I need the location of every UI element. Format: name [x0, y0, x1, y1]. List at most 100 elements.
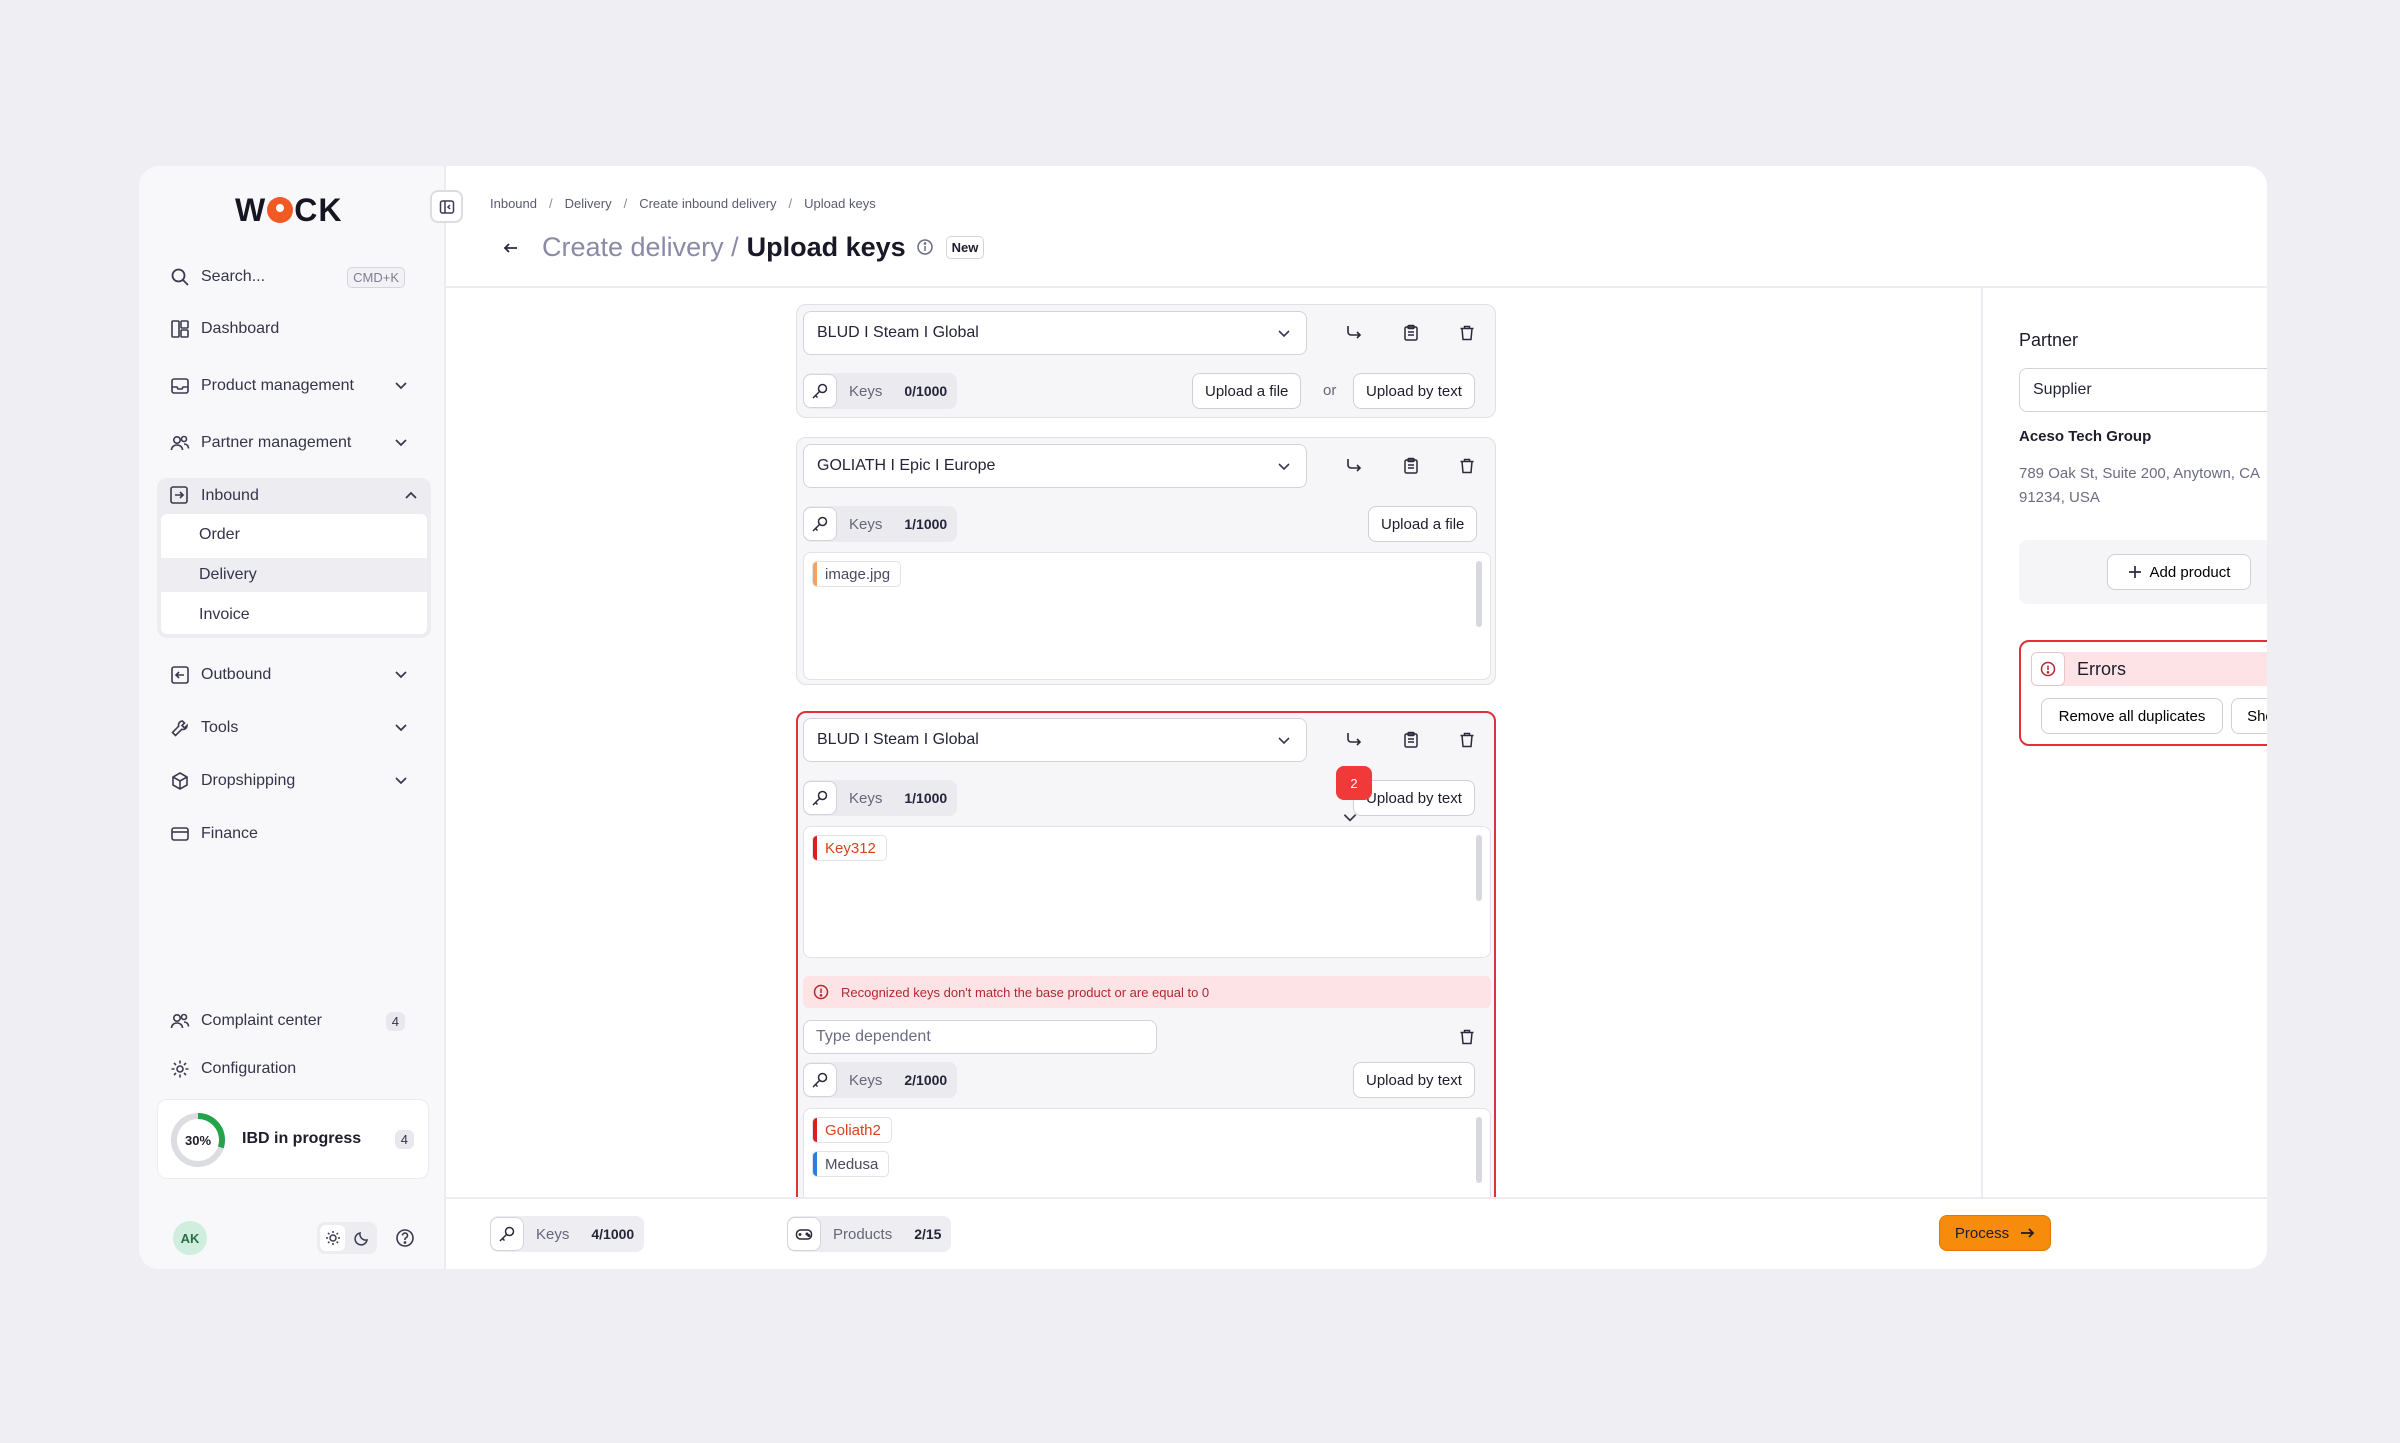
sidebar-subitem-label: Order [199, 526, 240, 543]
errors-header: Errors [2031, 652, 2267, 686]
trash-icon[interactable] [1450, 723, 1484, 757]
keys-row: Keys 1/1000 [803, 504, 958, 544]
alert-circle-icon [813, 984, 829, 1000]
sidebar-item-partner-management[interactable]: Partner management [169, 426, 419, 460]
chevron-down-icon[interactable] [1341, 808, 1359, 831]
breadcrumb-item[interactable]: Inbound [490, 196, 537, 211]
ibd-progress-card[interactable]: 30% IBD in progress 4 [157, 1099, 429, 1179]
keys-input-area[interactable]: image.jpg [803, 552, 1491, 680]
link-arrow-icon[interactable] [1337, 316, 1371, 350]
link-arrow-icon[interactable] [1337, 449, 1371, 483]
upload-file-button[interactable]: Upload a file [1368, 506, 1478, 542]
ibd-count-badge: 4 [394, 1130, 414, 1149]
process-button[interactable]: Process [1939, 1215, 2051, 1251]
chevron-down-icon [393, 772, 409, 793]
sidebar-item-label: Configuration [201, 1060, 297, 1077]
search-label: Search... [201, 268, 266, 285]
chevron-down-icon [393, 719, 409, 740]
key-tag-error[interactable]: Goliath2 [812, 1117, 892, 1143]
trash-icon[interactable] [1450, 1020, 1484, 1054]
sidebar: W CK Search... CMD+K Dashboard Product ma… [139, 166, 446, 1269]
product-select-value: BLUD I Steam I Global [817, 324, 979, 341]
breadcrumb-item[interactable]: Create inbound delivery [639, 196, 776, 211]
sidebar-item-label: Tools [201, 719, 239, 736]
upload-file-button[interactable]: Upload a file [1192, 373, 1302, 409]
partner-company[interactable]: Aceso Tech Group [2019, 428, 2151, 445]
link-arrow-icon[interactable] [1337, 723, 1371, 757]
search-icon [169, 266, 191, 288]
trash-icon[interactable] [1450, 316, 1484, 350]
chevron-down-icon [393, 434, 409, 455]
back-arrow-icon[interactable] [498, 235, 524, 261]
breadcrumb: Inbound / Delivery / Create inbound delive… [490, 196, 876, 211]
keys-label: Keys [849, 382, 883, 400]
sidebar-item-tools[interactable]: Tools [169, 711, 419, 745]
key-icon [803, 507, 837, 541]
clipboard-icon[interactable] [1394, 316, 1428, 350]
theme-toggle[interactable] [317, 1222, 377, 1254]
sidebar-item-dropshipping[interactable]: Dropshipping [169, 764, 419, 798]
sun-icon[interactable] [320, 1225, 345, 1251]
product-select[interactable]: BLUD I Steam I Global [803, 718, 1307, 762]
key-icon [490, 1217, 524, 1251]
file-tag[interactable]: image.jpg [812, 561, 902, 587]
product-select[interactable]: BLUD I Steam I Global [803, 311, 1307, 355]
trash-icon[interactable] [1450, 449, 1484, 483]
add-product-button[interactable]: Add product [2107, 554, 2251, 590]
page-title-muted: Create delivery / [542, 232, 739, 262]
search-button[interactable]: Search... CMD+K [169, 260, 419, 294]
errors-title: Errors [2077, 658, 2126, 679]
logo-o-icon [267, 197, 294, 223]
title-row: Create delivery / Upload keys New [498, 232, 985, 263]
show-more-button[interactable]: Show more [2231, 698, 2267, 734]
product-select[interactable]: GOLIATH I Epic I Europe [803, 444, 1307, 488]
upload-text-button[interactable]: Upload by text [1353, 373, 1475, 409]
product-select-value: BLUD I Steam I Global [817, 731, 979, 748]
partner-type-select[interactable]: Supplier [2019, 368, 2267, 412]
chevron-up-icon [403, 488, 419, 509]
sidebar-item-dashboard[interactable]: Dashboard [169, 312, 419, 346]
clipboard-icon[interactable] [1394, 449, 1428, 483]
sidebar-item-label: Finance [201, 825, 258, 842]
remove-duplicates-button[interactable]: Remove all duplicates [2041, 698, 2223, 734]
product-select-value: GOLIATH I Epic I Europe [817, 457, 996, 474]
avatar[interactable]: AK [173, 1221, 207, 1255]
upload-text-button[interactable]: Upload by text [1353, 1062, 1475, 1098]
dependent-input[interactable]: Type dependent [803, 1020, 1157, 1054]
scrollbar[interactable] [1476, 835, 1482, 901]
inbound-submenu: Order Delivery Invoice [161, 514, 427, 634]
dependent-placeholder: Type dependent [816, 1028, 931, 1045]
products-count: 2/15 [914, 1226, 942, 1242]
sidebar-item-inbound[interactable]: Inbound [157, 478, 431, 514]
keys-label: Keys [849, 1071, 883, 1089]
error-count-badge[interactable]: 2 [1336, 766, 1372, 800]
key-icon [803, 1063, 837, 1097]
clipboard-icon[interactable] [1394, 723, 1428, 757]
add-product-area: Add product [2019, 540, 2267, 604]
key-tag-error[interactable]: Key312 [812, 835, 887, 861]
sidebar-item-label: Outbound [201, 666, 272, 683]
sidebar-item-configuration[interactable]: Configuration [169, 1052, 419, 1086]
sidebar-item-label: Dropshipping [201, 772, 296, 789]
products-counter: Products 2/15 [787, 1216, 952, 1252]
scrollbar[interactable] [1476, 1117, 1482, 1183]
keys-count: 2/1000 [904, 1072, 948, 1088]
info-icon[interactable] [916, 238, 936, 258]
sidebar-item-complaint-center[interactable]: Complaint center 4 [169, 1004, 419, 1038]
sidebar-subitem-delivery[interactable]: Delivery [161, 558, 427, 592]
wrench-icon [169, 717, 191, 739]
key-tag[interactable]: Medusa [812, 1151, 890, 1177]
sidebar-subitem-invoice[interactable]: Invoice [161, 598, 427, 632]
keys-input-area[interactable]: Key312 [803, 826, 1491, 958]
scrollbar[interactable] [1476, 561, 1482, 627]
keys-label: Keys [849, 515, 883, 533]
or-label: or [1323, 382, 1337, 399]
breadcrumb-item[interactable]: Delivery [565, 196, 612, 211]
dependent-keys-input-area[interactable]: Goliath2 Medusa [803, 1108, 1491, 1197]
sidebar-item-finance[interactable]: Finance [169, 817, 419, 851]
sidebar-item-outbound[interactable]: Outbound [169, 658, 419, 692]
moon-icon[interactable] [349, 1225, 374, 1251]
help-icon[interactable] [389, 1222, 421, 1254]
sidebar-item-product-management[interactable]: Product management [169, 369, 419, 403]
sidebar-subitem-order[interactable]: Order [161, 518, 427, 552]
